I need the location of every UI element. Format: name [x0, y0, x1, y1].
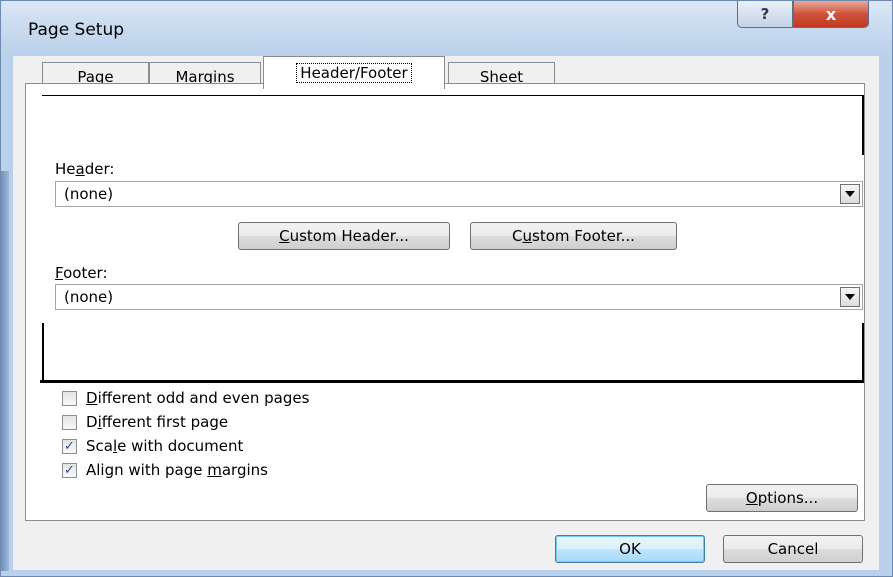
tab-header-footer[interactable]: Header/Footer	[263, 56, 445, 89]
help-icon: ?	[760, 5, 770, 23]
checkbox-different-first-page[interactable]: Different first page	[62, 413, 228, 431]
header-dropdown-value: (none)	[64, 185, 114, 203]
footer-preview	[40, 323, 864, 383]
checkbox-box[interactable]: ✓	[62, 438, 77, 454]
checkbox-box[interactable]: ✓	[62, 462, 77, 478]
header-label: Header:	[55, 160, 115, 178]
window-edge	[1, 171, 9, 571]
checkbox-label: Different odd and even pages	[86, 389, 310, 407]
help-button[interactable]: ?	[737, 1, 793, 28]
custom-footer-button[interactable]: Cu stom Footer...	[470, 222, 677, 250]
chevron-down-icon	[845, 191, 855, 197]
custom-header-button[interactable]: Custom Header...	[238, 222, 450, 250]
footer-label: Footer:	[55, 264, 108, 282]
chevron-down-icon	[845, 294, 855, 300]
footer-dropdown-button[interactable]	[840, 287, 860, 307]
header-preview	[42, 95, 864, 155]
header-dropdown[interactable]: (none)	[55, 181, 863, 207]
checkbox-label: Align with page margins	[86, 461, 268, 479]
checkbox-label: Different first page	[86, 413, 229, 431]
tab-label: Header/Footer	[296, 63, 412, 83]
checkbox-box[interactable]	[62, 414, 77, 430]
ok-button[interactable]: OK	[555, 535, 705, 563]
window-title: Page Setup	[28, 20, 125, 40]
checkbox-box[interactable]	[62, 390, 77, 406]
footer-dropdown[interactable]: (none)	[55, 284, 863, 310]
close-button[interactable]: x	[793, 1, 869, 28]
options-button[interactable]: Options...	[706, 484, 858, 512]
close-icon: x	[825, 4, 837, 24]
checkbox-different-odd-even[interactable]: Different odd and even pages	[62, 389, 309, 407]
checkbox-label: Scale with document	[86, 437, 244, 455]
header-dropdown-button[interactable]	[840, 184, 860, 204]
footer-dropdown-value: (none)	[64, 288, 114, 306]
cancel-button[interactable]: Cancel	[723, 535, 863, 563]
title-bar[interactable]: Page Setup ? x	[1, 1, 892, 57]
checkbox-align-with-margins[interactable]: ✓ Align with page margins	[62, 461, 268, 479]
checkbox-scale-with-document[interactable]: ✓ Scale with document	[62, 437, 243, 455]
